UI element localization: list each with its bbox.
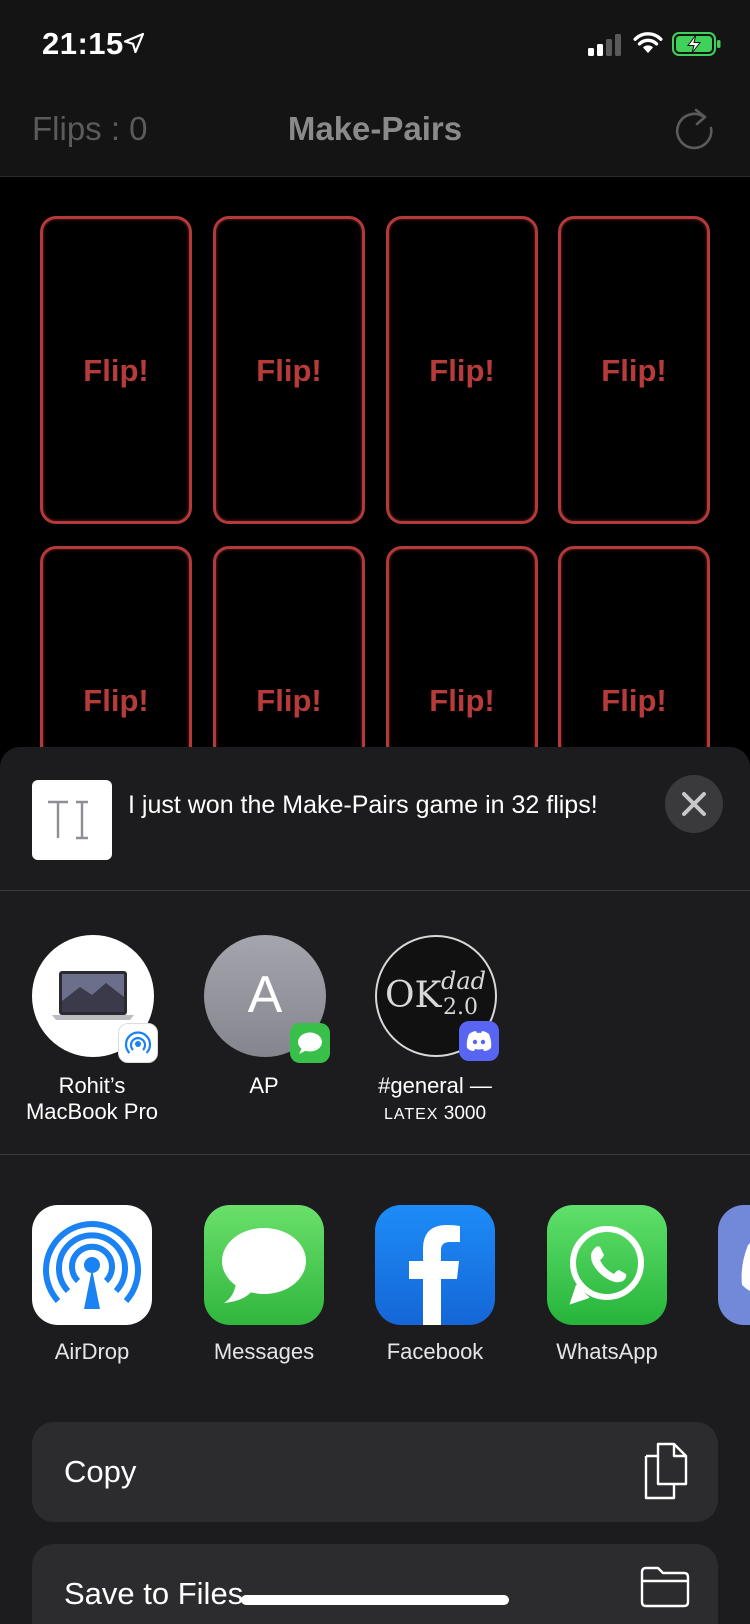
discord-icon (466, 1031, 492, 1051)
messages-badge (290, 1023, 330, 1063)
facebook-app-icon (375, 1205, 495, 1325)
app-label: AirDrop (54, 1339, 130, 1364)
card-label: Flip! (256, 353, 322, 388)
save-to-files-action[interactable]: Save to Files (32, 1544, 718, 1624)
page-title: Make-Pairs (287, 110, 463, 147)
message-bubble-icon (298, 1032, 322, 1054)
person-name-line2: LATEX 3000 (343, 1099, 527, 1128)
status-time: 21:15 (42, 26, 124, 61)
app-label: WhatsApp (556, 1339, 658, 1364)
card-3[interactable]: Flip! (386, 216, 538, 524)
whatsapp-icon (569, 1226, 644, 1305)
copy-action[interactable]: Copy (32, 1422, 718, 1522)
text-document-thumbnail (32, 780, 112, 860)
person-rohits-macbook[interactable]: Rohit’s MacBook Pro (0, 891, 172, 1155)
whatsapp-app-icon (547, 1205, 667, 1325)
card-label: Flip! (429, 353, 495, 388)
card-2[interactable]: Flip! (213, 216, 365, 524)
person-name: #general — LATEX 3000 (343, 1073, 527, 1128)
avatar: OK dad 2.0 (375, 935, 499, 1061)
person-name-line1: AP (249, 1073, 279, 1098)
airdrop-icon (124, 1031, 152, 1054)
card-label: Flip! (83, 353, 149, 388)
card-1[interactable]: Flip! (40, 216, 192, 524)
app-label: Facebook (386, 1339, 484, 1364)
avatar: A (204, 935, 330, 1063)
close-icon (682, 792, 706, 816)
messages-app-icon (204, 1205, 324, 1325)
avatar-logo-main: OK (385, 975, 442, 1016)
location-arrow-icon (123, 32, 145, 54)
action-label: Save to Files (64, 1576, 244, 1611)
airdrop-badge (118, 1023, 158, 1063)
people-suggestions: Rohit’s MacBook Pro A AP OK dad 2.0 #gen… (0, 891, 750, 1155)
discord-app-icon (718, 1205, 750, 1325)
card-4[interactable]: Flip! (558, 216, 710, 524)
latex-logo-text: LATEX (383, 1106, 439, 1123)
message-bubble-icon (222, 1228, 306, 1303)
share-preview: I just won the Make-Pairs game in 32 fli… (0, 747, 750, 891)
person-ap[interactable]: A AP (172, 891, 344, 1155)
person-name-line2: MacBook Pro (25, 1099, 159, 1124)
airdrop-app-icon (32, 1205, 152, 1325)
card-label: Flip! (256, 683, 322, 718)
person-name: AP (172, 1073, 356, 1099)
avatar-logo-sup: dad (441, 967, 487, 995)
action-label: Copy (64, 1454, 137, 1489)
copy-icon (644, 1442, 688, 1500)
person-name: Rohit’s MacBook Pro (0, 1073, 184, 1125)
person-general-latex[interactable]: OK dad 2.0 #general — LATEX 3000 (343, 891, 515, 1155)
discord-icon (741, 1243, 750, 1291)
app-label: Messages (213, 1339, 315, 1364)
folder-icon (640, 1566, 690, 1608)
avatar (32, 935, 158, 1063)
home-indicator[interactable] (241, 1595, 509, 1605)
person-name-number: 3000 (438, 1103, 487, 1124)
close-button[interactable] (665, 775, 723, 833)
card-label: Flip! (83, 683, 149, 718)
battery-charging-icon (672, 32, 721, 56)
card-label: Flip! (601, 353, 667, 388)
card-label: Flip! (429, 683, 495, 718)
avatar-initial: A (247, 966, 283, 1024)
person-name-line1: #general — (378, 1073, 492, 1098)
person-name-line1: Rohit’s (58, 1073, 126, 1098)
wifi-icon (633, 32, 663, 53)
app-label: D (686, 1339, 750, 1365)
airdrop-icon (43, 1221, 141, 1309)
status-bar: 21:15 (0, 0, 750, 88)
share-apps-row: AirDrop Messages Facebook WhatsApp (0, 1155, 750, 1395)
share-message: I just won the Make-Pairs game in 32 fli… (128, 791, 598, 819)
cellular-signal-icon (588, 34, 621, 56)
share-sheet: I just won the Make-Pairs game in 32 fli… (0, 747, 750, 1624)
discord-badge (459, 1021, 499, 1061)
navigation-bar: Flips : 0 Make-Pairs (0, 88, 750, 177)
text-cursor-icon (48, 800, 88, 840)
facebook-icon (409, 1225, 460, 1325)
refresh-icon[interactable] (672, 106, 718, 156)
card-label: Flip! (601, 683, 667, 718)
avatar-logo-sub: 2.0 (443, 995, 478, 1020)
